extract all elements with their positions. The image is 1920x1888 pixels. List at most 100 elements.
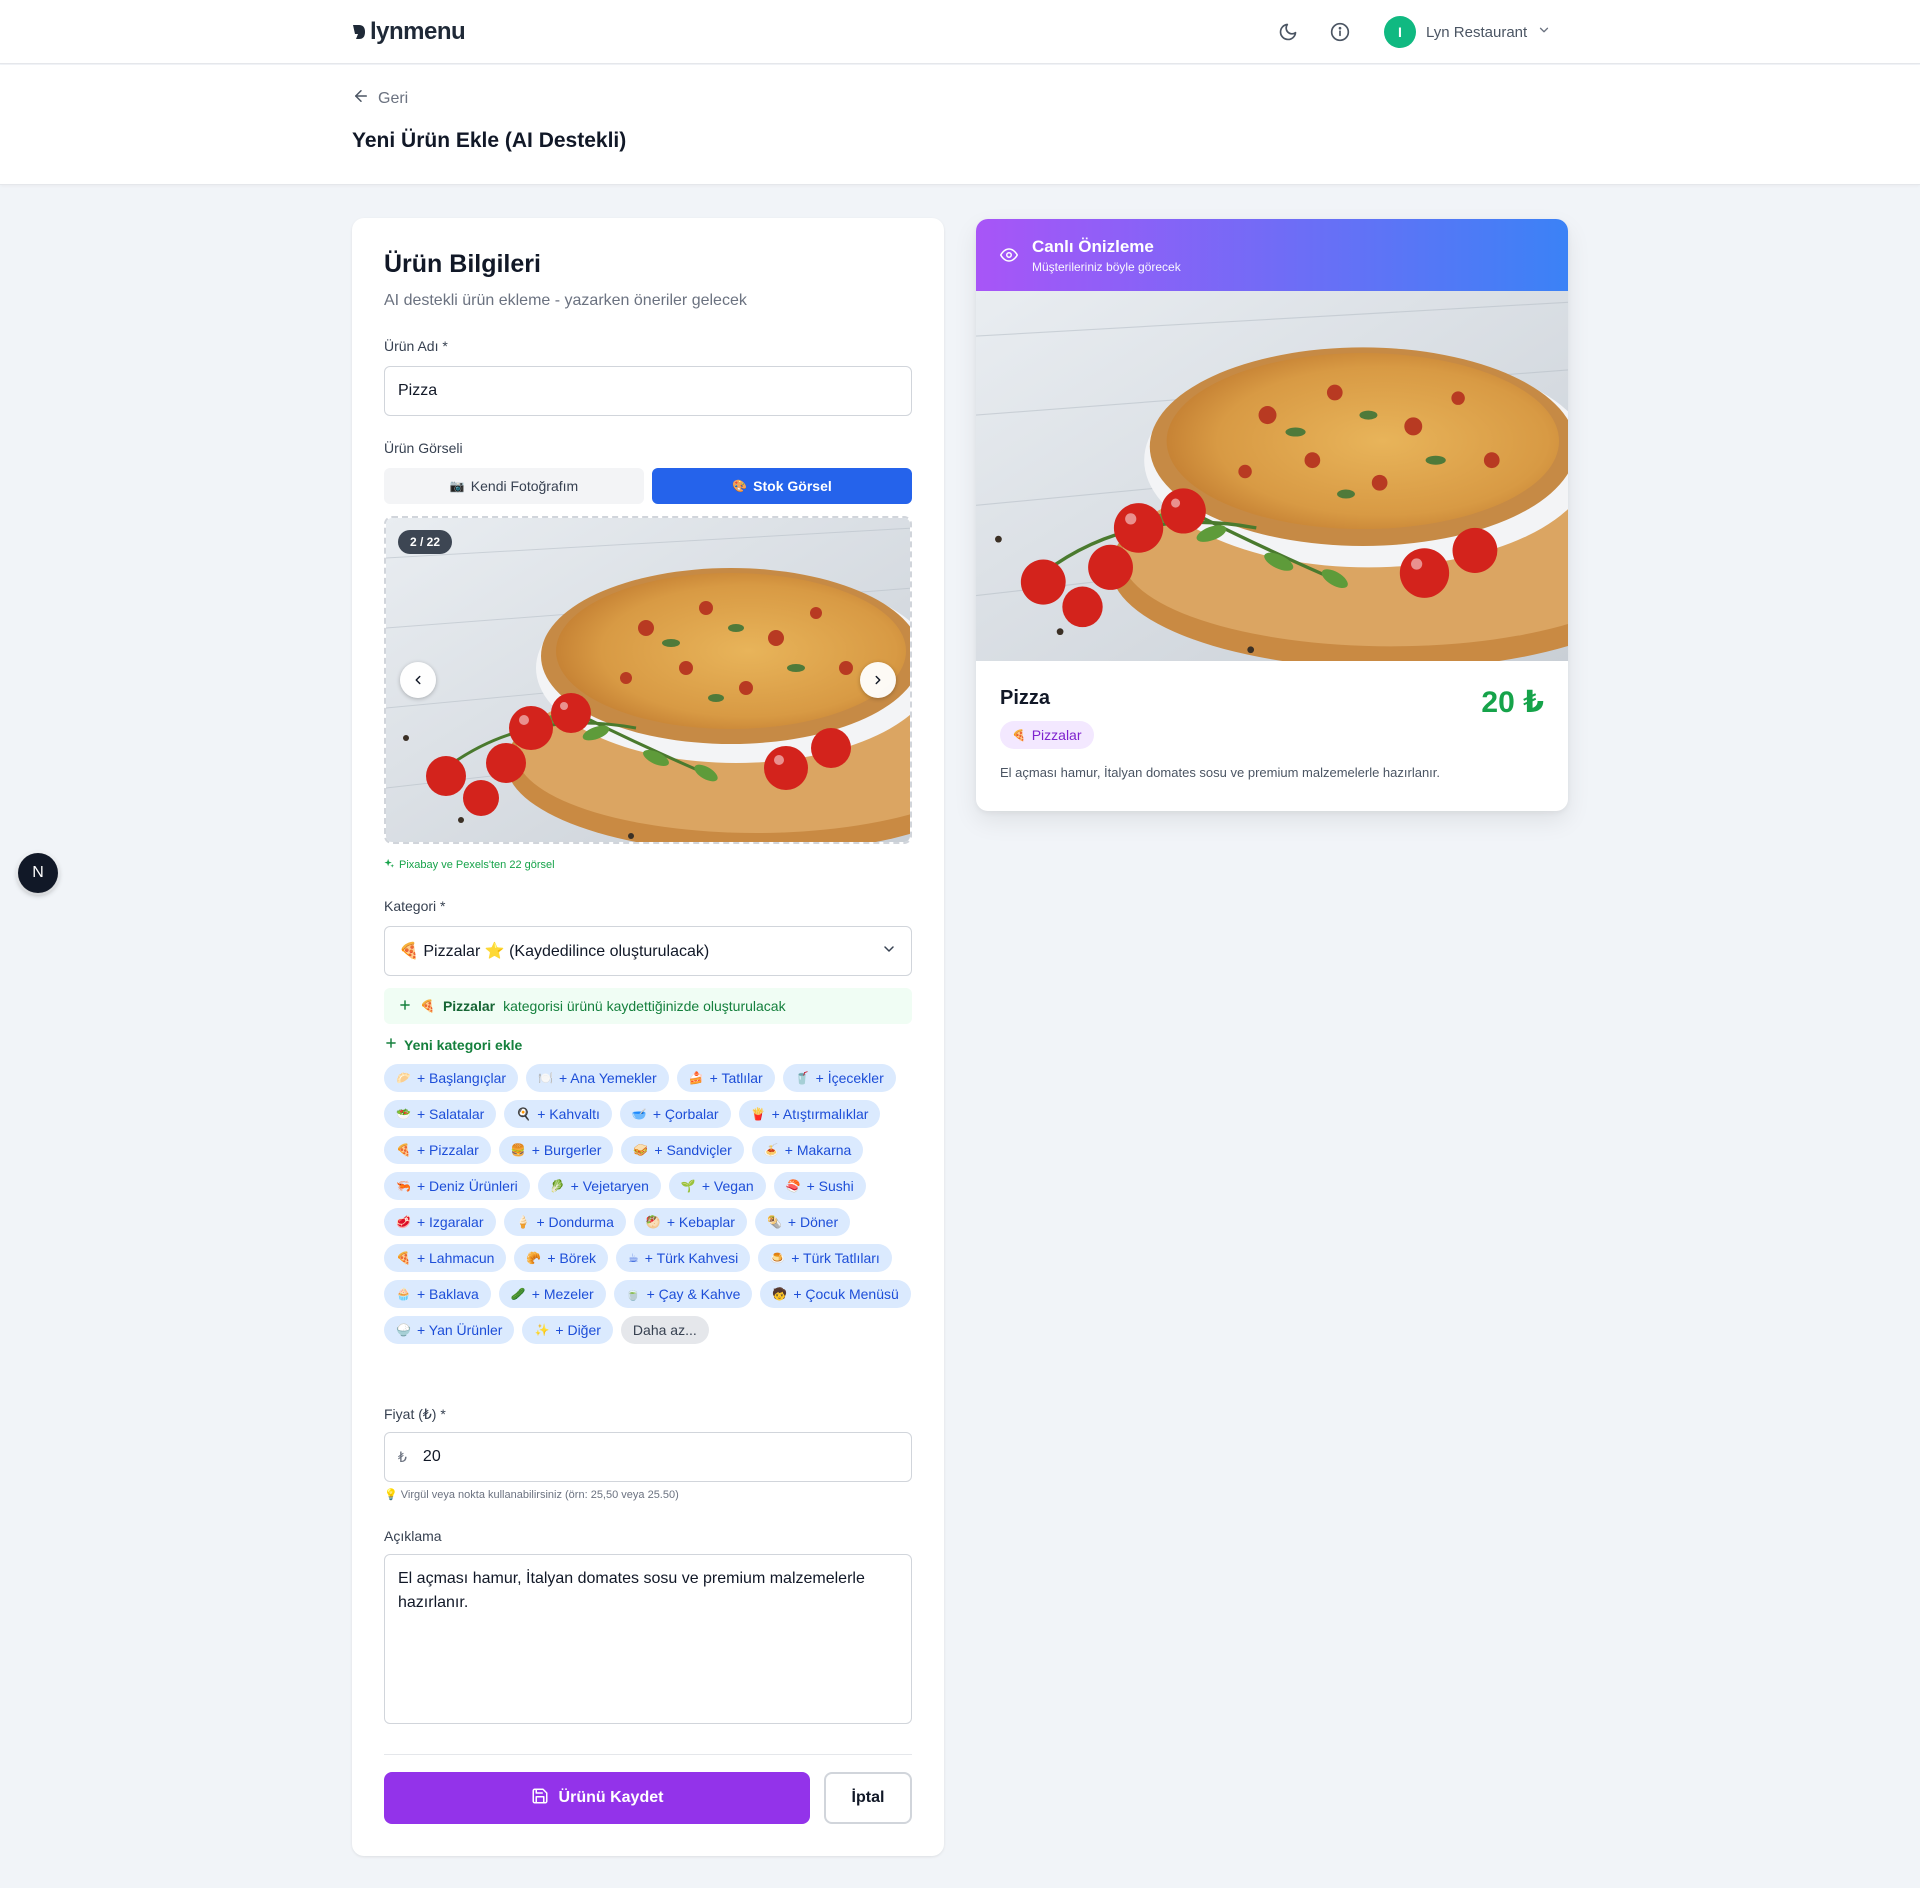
currency-symbol: ₺ (398, 1448, 407, 1465)
category-emoji-icon: 🥤 (794, 1071, 810, 1085)
category-chip[interactable]: 🧁 + Baklava (384, 1280, 491, 1308)
logo-text: lynmenu (370, 18, 466, 45)
category-emoji-icon: 🍝 (763, 1143, 779, 1157)
save-label: Ürünü Kaydet (558, 1789, 664, 1806)
category-emoji-icon: 🍵 (625, 1287, 641, 1301)
next-image-button[interactable] (860, 662, 896, 698)
category-emoji-icon: 🍕 (396, 1251, 411, 1265)
category-chip-label: + Makarna (784, 1142, 852, 1158)
category-emoji-icon: 🥣 (631, 1107, 647, 1121)
price-label: Fiyat (₺) * (384, 1406, 446, 1422)
category-chip-label: + Yan Ürünler (416, 1322, 503, 1338)
category-emoji-icon: 🍦 (515, 1215, 531, 1229)
category-chip[interactable]: 🍔 + Burgerler (498, 1136, 614, 1164)
category-chip[interactable]: 🍦 + Dondurma (503, 1208, 626, 1236)
category-chip[interactable]: 🍳 + Kahvaltı (504, 1100, 612, 1128)
cancel-button[interactable]: İptal (824, 1772, 912, 1824)
description-value: El açması hamur, İtalyan domates sosu ve… (398, 1570, 865, 1611)
price-value: 20 (422, 1448, 441, 1465)
image-counter-badge: 2 / 22 (398, 530, 453, 554)
description-textarea[interactable]: El açması hamur, İtalyan domates sosu ve… (384, 1554, 912, 1724)
category-chip[interactable]: 🥣 + Çorbalar (619, 1100, 731, 1128)
category-chip[interactable]: 🥤 + İçecekler (782, 1064, 896, 1092)
category-chip-label: + Vegan (701, 1178, 754, 1194)
category-chip-label: + Börek (547, 1250, 596, 1266)
category-chip[interactable]: 🥬 + Vejetaryen (537, 1172, 661, 1200)
preview-category-badge: 🍕 Pizzalar (1000, 721, 1094, 749)
back-button[interactable]: Geri (352, 87, 408, 110)
category-chip[interactable]: 🥗 + Salatalar (384, 1100, 497, 1128)
sparkles-icon (384, 858, 395, 872)
category-chip-label: + Kahvaltı (537, 1106, 600, 1122)
brand-logo[interactable]: lynmenu (352, 18, 466, 46)
image-source-tabs: 📷 Kendi Fotoğrafım 🎨 Stok Görsel (384, 468, 912, 504)
category-chip[interactable]: 🥟 + Başlangıçlar (384, 1064, 519, 1092)
category-chip[interactable]: 🥐 + Börek (514, 1244, 608, 1272)
category-chip[interactable]: 🍰 + Tatlılar (676, 1064, 775, 1092)
category-emoji-icon: 🍔 (510, 1143, 526, 1157)
info-icon[interactable] (1328, 20, 1352, 44)
product-name-input[interactable]: Pizza (384, 366, 912, 416)
category-chip[interactable]: 🍣 + Sushi (773, 1172, 866, 1200)
category-emoji-icon: 🧁 (396, 1287, 411, 1301)
category-chip[interactable]: 🥙 + Kebaplar (633, 1208, 747, 1236)
category-chip-label: + Sandviçler (654, 1142, 732, 1158)
category-emoji-icon: 🥐 (526, 1251, 542, 1265)
category-chip[interactable]: 🌱 + Vegan (668, 1172, 766, 1200)
chevron-left-icon (415, 675, 421, 685)
pizza-icon: 🍕 (420, 999, 435, 1013)
category-chip-label: + Kebaplar (666, 1214, 735, 1230)
arrow-left-icon (352, 87, 370, 110)
category-select[interactable]: 🍕 Pizzalar ⭐ (Kaydedilince oluşturulacak… (384, 926, 912, 976)
notice-text: kategorisi ürünü kaydettiğinizde oluştur… (503, 998, 786, 1014)
add-new-category-button[interactable]: Yeni kategori ekle (384, 1036, 522, 1053)
chevron-right-icon (875, 675, 881, 685)
category-chip[interactable]: 🥪 + Sandviçler (621, 1136, 744, 1164)
category-chip-label: + Tatlılar (709, 1070, 763, 1086)
pizza-icon: 🍕 (1012, 729, 1026, 742)
category-chip[interactable]: 🍵 + Çay & Kahve (613, 1280, 753, 1308)
category-chip-label: + Sushi (806, 1178, 854, 1194)
price-input[interactable]: ₺ 20 (384, 1432, 912, 1482)
category-chip[interactable]: 🍟 + Atıştırmalıklar (738, 1100, 881, 1128)
category-chip-label: + Dondurma (536, 1214, 614, 1230)
prev-image-button[interactable] (400, 662, 436, 698)
category-chip[interactable]: ✨ + Diğer (522, 1316, 613, 1344)
back-label: Geri (378, 89, 409, 107)
tab-own-photo[interactable]: 📷 Kendi Fotoğrafım (384, 468, 644, 504)
category-select-value: 🍕 Pizzalar ⭐ (Kaydedilince oluşturulacak… (399, 943, 710, 960)
category-chip[interactable]: 🍕 + Lahmacun (384, 1244, 507, 1272)
category-chip[interactable]: 🥩 + Izgaralar (384, 1208, 496, 1236)
live-preview-card: Canlı Önizleme Müşterileriniz böyle göre… (976, 219, 1568, 811)
stock-image-carousel: 2 / 22 (384, 516, 912, 844)
category-chip[interactable]: 🍕 + Pizzalar (384, 1136, 491, 1164)
eye-icon (1000, 246, 1018, 269)
category-chip[interactable]: 🍚 + Yan Ürünler (384, 1316, 515, 1344)
dark-mode-moon-icon[interactable] (1276, 20, 1300, 44)
category-chip[interactable]: ☕ + Türk Kahvesi (616, 1244, 751, 1272)
category-chip[interactable]: 🦐 + Deniz Ürünleri (384, 1172, 530, 1200)
palette-icon: 🎨 (732, 479, 748, 493)
category-chip-label: + Diğer (555, 1322, 601, 1338)
plus-icon (384, 1036, 398, 1053)
divider (384, 1754, 912, 1755)
category-emoji-icon: 🍚 (396, 1323, 411, 1337)
show-less-button[interactable]: Daha az... (620, 1316, 709, 1344)
user-menu[interactable]: I Lyn Restaurant (1384, 16, 1551, 48)
category-emoji-icon: 🍽️ (538, 1071, 554, 1085)
dev-tools-badge[interactable]: N (18, 853, 58, 893)
category-chip[interactable]: 🧒 + Çocuk Menüsü (760, 1280, 911, 1308)
category-chip[interactable]: 🥒 + Mezeler (498, 1280, 606, 1308)
save-product-button[interactable]: Ürünü Kaydet (384, 1772, 810, 1824)
product-form-card: Ürün Bilgileri AI destekli ürün ekleme -… (352, 218, 944, 1856)
category-chip[interactable]: 🍮 + Türk Tatlıları (758, 1244, 892, 1272)
tab-own-photo-label: Kendi Fotoğrafım (470, 478, 579, 494)
category-chip[interactable]: 🍝 + Makarna (751, 1136, 864, 1164)
category-chip[interactable]: 🍽️ + Ana Yemekler (526, 1064, 669, 1092)
camera-icon: 📷 (449, 479, 465, 493)
product-name-value: Pizza (398, 382, 438, 399)
category-emoji-icon: ☕ (628, 1251, 639, 1265)
tab-stock-image[interactable]: 🎨 Stok Görsel (652, 468, 912, 504)
logo-mark-icon (352, 22, 366, 42)
category-chip[interactable]: 🌯 + Döner (754, 1208, 851, 1236)
